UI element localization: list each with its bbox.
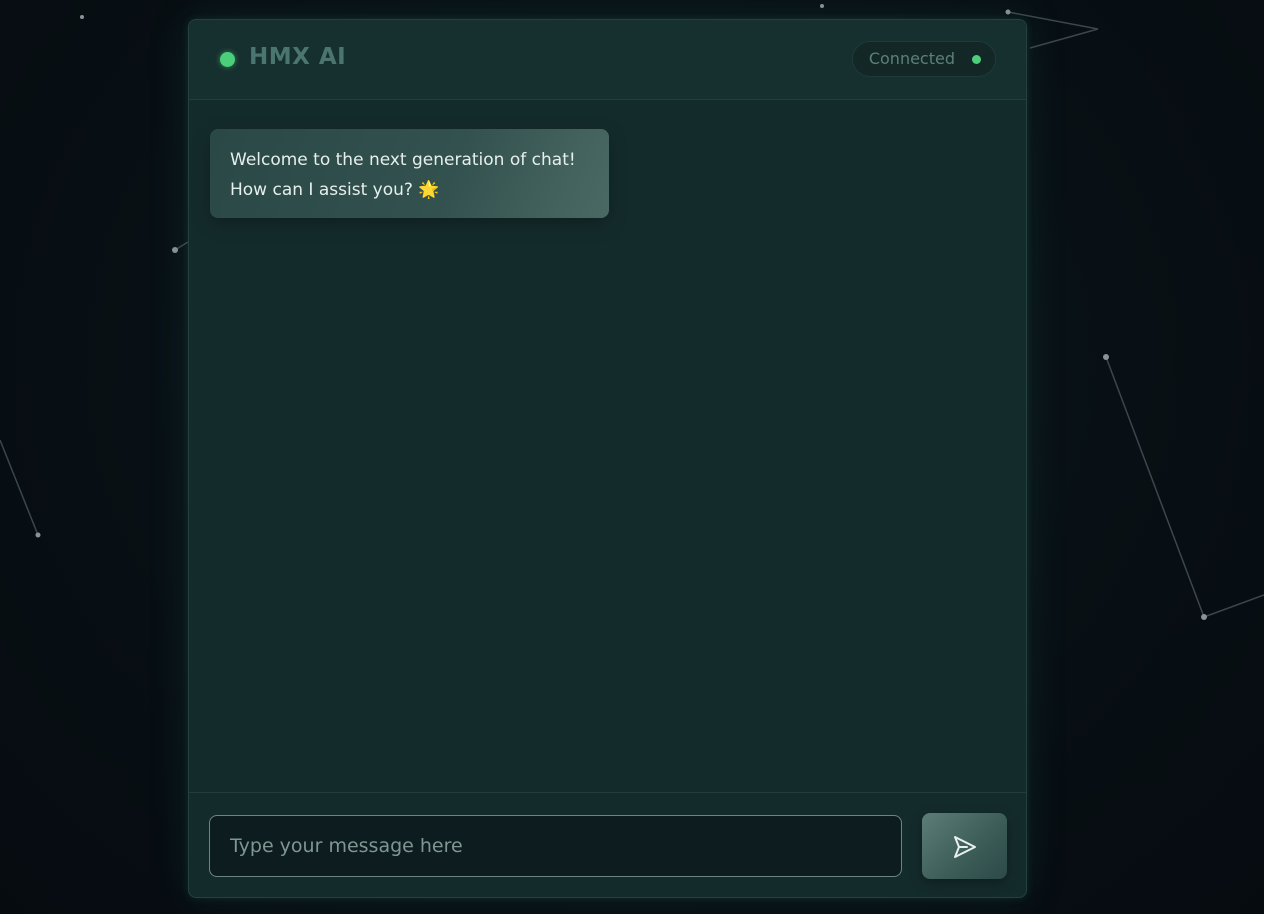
send-icon [954, 836, 976, 858]
status-dot-icon [220, 52, 235, 67]
send-button[interactable] [922, 813, 1007, 879]
chat-window: HMX AI Connected Welcome to the next gen… [188, 19, 1027, 898]
chat-header: HMX AI Connected [189, 20, 1026, 100]
composer-bar [189, 792, 1026, 897]
connection-dot-icon [972, 55, 981, 64]
assistant-message-bubble: Welcome to the next generation of chat! … [210, 129, 609, 218]
message-text: Welcome to the next generation of chat! … [230, 150, 576, 200]
message-list[interactable]: Welcome to the next generation of chat! … [189, 100, 1026, 792]
connection-status-badge: Connected [851, 41, 996, 77]
message-input[interactable] [209, 815, 902, 877]
connection-status-label: Connected [868, 49, 955, 68]
sun-emoji-icon: 🌟 [418, 180, 440, 200]
app-title: HMX AI [249, 44, 347, 70]
app-stage: HMX AI Connected Welcome to the next gen… [0, 0, 1264, 914]
